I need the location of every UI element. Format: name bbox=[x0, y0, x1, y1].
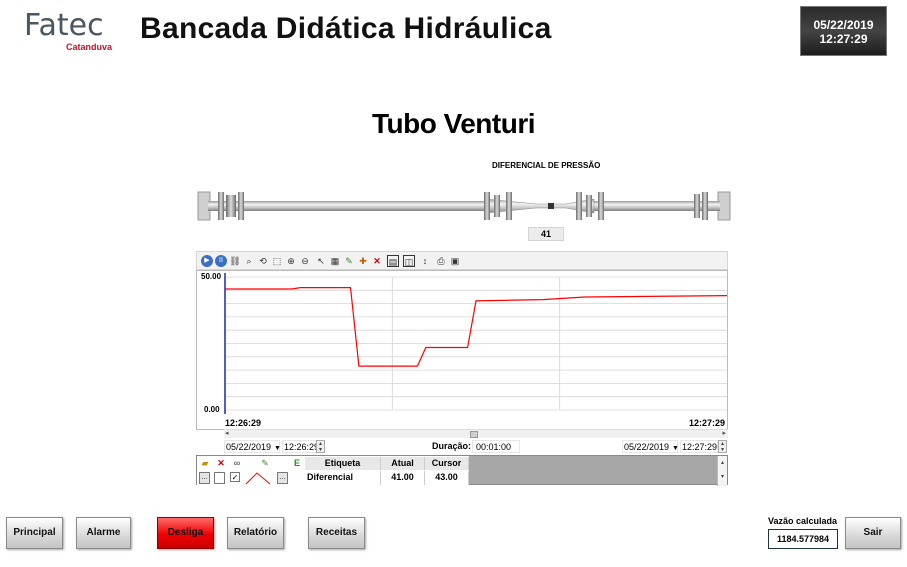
chevron-down-icon: ▼ bbox=[274, 445, 281, 452]
relatorio-button[interactable]: Relatório bbox=[227, 517, 284, 549]
end-date-text: 05/22/2019 bbox=[624, 442, 670, 452]
duration-input[interactable]: 00:01:00 bbox=[472, 440, 520, 453]
time-text: 12:27:29 bbox=[819, 32, 868, 46]
end-date-picker[interactable]: 05/22/2019 ▼ bbox=[622, 440, 679, 453]
date-text: 05/22/2019 bbox=[813, 18, 874, 32]
end-time-input[interactable]: 12:27:29 bbox=[680, 440, 718, 453]
scroll-left-icon[interactable]: ◂ bbox=[225, 429, 229, 437]
trend-control: ▶ II ⛓ ⌕ ⟲ ⬚ ⊕ ⊖ ↖ ▦ ✎ ✚ ✕ ▤ ◫ ↕ ⎙ ▣ 50.… bbox=[196, 251, 728, 487]
page-title: Tubo Venturi bbox=[371, 108, 536, 139]
zoom-box-icon[interactable]: ⬚ bbox=[271, 255, 283, 267]
exit-button[interactable]: Sair bbox=[845, 517, 901, 549]
logo-subtitle: Catanduva bbox=[66, 42, 113, 52]
scroll-thumb[interactable] bbox=[470, 431, 478, 438]
trend-plot[interactable]: 50.00 0.00 12:26:29 12:27:29 bbox=[196, 270, 728, 430]
add-icon[interactable]: ✚ bbox=[357, 255, 369, 267]
start-date-picker[interactable]: 05/22/2019 ▼ bbox=[224, 440, 281, 453]
glasses-icon[interactable]: ∞ bbox=[231, 457, 243, 469]
time-range-row: 05/22/2019 ▼ 12:26:29 ▴ ▾ Duração: 00:01:0… bbox=[196, 439, 728, 453]
fatec-logo: Fatec Catanduva bbox=[24, 8, 112, 53]
header-label: Etiqueta bbox=[305, 457, 381, 470]
scroll-right-icon[interactable]: ▸ bbox=[722, 429, 726, 437]
folder-icon[interactable]: ▰ bbox=[199, 457, 211, 469]
app-title: Bancada Didática Hidráulica bbox=[140, 12, 552, 45]
play-icon[interactable]: ▶ bbox=[201, 255, 213, 267]
time-scrollbar[interactable]: ◂ ▸ bbox=[224, 429, 728, 438]
start-time-spinner[interactable]: ▴ ▾ bbox=[316, 440, 325, 453]
receitas-button[interactable]: Receitas bbox=[308, 517, 365, 549]
flow-rate-value: 1184.577984 bbox=[768, 529, 838, 549]
pen-options-button[interactable]: … bbox=[199, 472, 210, 484]
desliga-button[interactable]: Desliga bbox=[157, 517, 214, 549]
layout-2-icon[interactable]: ◫ bbox=[403, 255, 415, 267]
pen-style-swatch[interactable] bbox=[245, 471, 271, 485]
end-time-text: 12:27:29 bbox=[682, 442, 718, 452]
trend-toolbar: ▶ II ⛓ ⌕ ⟲ ⬚ ⊕ ⊖ ↖ ▦ ✎ ✚ ✕ ▤ ◫ ↕ ⎙ ▣ bbox=[196, 251, 728, 270]
export-pen-icon[interactable]: E bbox=[291, 457, 303, 469]
delete-pen-icon[interactable]: ✕ bbox=[215, 457, 227, 469]
layout-1-icon[interactable]: ▤ bbox=[387, 255, 399, 267]
trend-chart-svg bbox=[224, 273, 728, 414]
pen-scale-button[interactable]: … bbox=[277, 472, 288, 484]
cursor-icon[interactable]: ↖ bbox=[315, 255, 327, 267]
start-date-text: 05/22/2019 bbox=[226, 442, 272, 452]
zoom-in-icon[interactable]: ⊕ bbox=[285, 255, 297, 267]
end-time-spinner[interactable]: ▴ ▾ bbox=[718, 440, 727, 453]
x-axis-end-label: 12:27:29 bbox=[688, 418, 725, 428]
pen-cursor-cell: 43.00 bbox=[425, 471, 469, 485]
pen-label-cell: Diferencial bbox=[305, 471, 381, 485]
export-icon[interactable]: ▣ bbox=[449, 255, 461, 267]
x-axis-start-label: 12:26:29 bbox=[225, 418, 262, 428]
principal-button[interactable]: Principal bbox=[6, 517, 63, 549]
pressure-differential-value: 41 bbox=[528, 227, 564, 241]
chevron-down-icon: ▼ bbox=[672, 445, 679, 452]
pen-visible-checkbox[interactable]: ✓ bbox=[230, 472, 240, 482]
header-cursor: Cursor bbox=[425, 457, 469, 470]
delete-icon[interactable]: ✕ bbox=[371, 255, 383, 267]
pen-color-box[interactable] bbox=[214, 472, 225, 484]
header-current: Atual bbox=[381, 457, 425, 470]
start-time-text: 12:26:29 bbox=[284, 442, 320, 452]
pens-scrollbar[interactable]: ▴ ▾ bbox=[717, 456, 727, 486]
pen-current-cell: 41.00 bbox=[381, 471, 425, 485]
venturi-pipe-diagram bbox=[196, 186, 732, 226]
edit-pen-icon[interactable]: ✎ bbox=[259, 457, 271, 469]
datetime-display: 05/22/2019 12:27:29 bbox=[800, 6, 887, 56]
logo-text: Fatec bbox=[24, 8, 104, 43]
zoom-area-icon[interactable]: ⌕ bbox=[243, 255, 255, 267]
alarme-button[interactable]: Alarme bbox=[76, 517, 131, 549]
zoom-reset-icon[interactable]: ⟲ bbox=[257, 255, 269, 267]
pens-table: ▰ ✕ ∞ ✎ E Etiqueta Atual Cursor … ✓ … Di… bbox=[196, 455, 728, 486]
grid-icon[interactable]: ▦ bbox=[329, 255, 341, 267]
y-axis-min-label: 0.00 bbox=[204, 405, 220, 414]
duration-label: Duração: bbox=[432, 441, 472, 451]
zoom-out-icon[interactable]: ⊖ bbox=[299, 255, 311, 267]
pressure-differential-label: DIFERENCIAL DE PRESSÃO bbox=[492, 161, 601, 170]
link-icon[interactable]: ⛓ bbox=[229, 255, 241, 267]
pens-table-body: ▰ ✕ ∞ ✎ E Etiqueta Atual Cursor … ✓ … Di… bbox=[197, 456, 469, 486]
print-icon[interactable]: ⎙ bbox=[435, 255, 447, 267]
pause-icon[interactable]: II bbox=[215, 255, 227, 267]
flow-rate-label: Vazão calculada bbox=[768, 516, 838, 526]
pen-icon[interactable]: ✎ bbox=[343, 255, 355, 267]
y-axis-max-label: 50.00 bbox=[201, 272, 222, 281]
series-line-diferencial bbox=[225, 287, 728, 367]
fit-icon[interactable]: ↕ bbox=[419, 255, 431, 267]
